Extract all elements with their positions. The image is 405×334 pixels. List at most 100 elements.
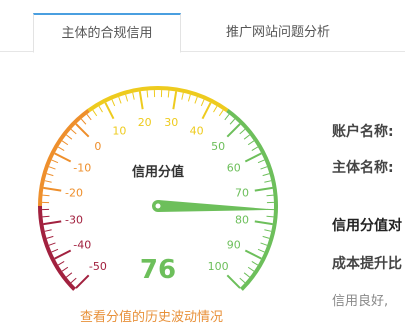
gauge-tick-labels: -50 -40 -30 -20 -100 10 20 30 40 5060 70 80 90 100 <box>65 116 249 273</box>
gauge-major-tick <box>75 274 90 289</box>
gauge-minor-tick <box>42 215 50 218</box>
gauge-minor-tick <box>257 159 265 164</box>
gauge-minor-tick <box>266 215 274 218</box>
gauge-minor-tick <box>66 134 73 140</box>
gauge-tick-label: 50 <box>211 140 225 153</box>
gauge-tick-label: 70 <box>235 187 249 200</box>
gauge-major-tick <box>104 102 115 120</box>
gauge-minor-tick <box>257 248 265 253</box>
gauge-major-tick <box>43 186 62 192</box>
gauge-tick-label: 90 <box>227 239 241 252</box>
gauge-minor-tick <box>239 128 246 135</box>
gauge-minor-tick <box>125 94 129 102</box>
gauge-minor-tick <box>260 242 268 246</box>
gauge-minor-tick <box>200 99 205 107</box>
gauge-major-tick <box>43 220 62 226</box>
account-name-label: 账户名称: <box>332 124 394 140</box>
gauge-tick-label: 0 <box>94 140 101 153</box>
gauge-title: 信用分值 <box>132 164 184 180</box>
gauge-minor-tick <box>247 140 255 146</box>
gauge-major-tick <box>75 123 90 138</box>
gauge-minor-tick <box>48 166 56 170</box>
gauge-band-2 <box>87 86 229 113</box>
gauge-tick-label: -50 <box>89 260 107 273</box>
gauge-minor-tick <box>70 128 77 135</box>
gauge-tick-label: 60 <box>227 161 241 174</box>
gauge-tick-label: 30 <box>164 116 178 129</box>
gauge-tick-label: 20 <box>138 116 152 129</box>
gauge-minor-tick <box>98 105 103 113</box>
gauge-minor-tick <box>57 146 65 151</box>
gauge-minor-tick <box>251 261 259 266</box>
gauge-minor-tick <box>262 235 270 239</box>
gauge-major-tick <box>172 91 178 110</box>
gauge-minor-tick <box>264 229 272 232</box>
gauge-tick-label: 100 <box>208 260 229 273</box>
gauge-major-tick <box>201 102 212 120</box>
gauge-minor-tick <box>61 140 69 146</box>
credit-good-text: 信用良好, <box>332 294 389 309</box>
credit-score-gauge: -50 -40 -30 -20 -100 10 20 30 40 5060 70 80 90 100 信用… <box>38 86 278 291</box>
gauge-needle-hub-center <box>155 203 161 209</box>
gauge-minor-tick <box>132 92 135 100</box>
gauge-major-tick <box>226 123 241 138</box>
entity-name-label: 主体名称: <box>332 160 394 176</box>
gauge-minor-tick <box>92 109 98 117</box>
gauge-minor-tick <box>243 134 250 140</box>
gauge-tick-label: -30 <box>65 213 83 226</box>
gauge-minor-tick <box>118 96 122 104</box>
gauge-minor-tick <box>44 180 52 183</box>
gauge-minor-tick <box>194 96 198 104</box>
gauge-minor-tick <box>80 118 87 125</box>
gauge-minor-tick <box>46 173 54 177</box>
gauge-minor-tick <box>243 272 250 278</box>
gauge-major-tick <box>226 274 241 289</box>
gauge-score-value: 76 <box>140 255 176 285</box>
tab-bar: 主体的合规信用 推广网站问题分析 <box>0 0 405 53</box>
gauge-minor-tick <box>42 194 50 197</box>
gauge-minor-tick <box>86 114 92 121</box>
gauge-tick-label: 80 <box>235 213 249 226</box>
gauge-minor-tick <box>70 277 77 284</box>
gauge-minor-tick <box>167 90 170 98</box>
gauge-minor-tick <box>260 166 268 170</box>
gauge-minor-tick <box>262 173 270 177</box>
gauge-minor-tick <box>44 229 52 232</box>
gauge-minor-tick <box>251 146 259 151</box>
gauge-tick-label: -20 <box>65 187 83 200</box>
gauge-minor-tick <box>266 194 274 197</box>
gauge-minor-tick <box>48 242 56 246</box>
gauge-minor-tick <box>229 118 236 125</box>
tab-website-issue-analysis[interactable]: 推广网站问题分析 <box>208 14 348 52</box>
gauge-tick-label: 40 <box>190 124 204 137</box>
gauge-minor-tick <box>51 248 59 253</box>
gauge-minor-tick <box>224 114 230 121</box>
gauge-needle <box>152 200 278 212</box>
gauge-major-tick <box>254 220 273 226</box>
gauge-minor-tick <box>46 235 54 239</box>
score-description-heading: 信用分值对 <box>332 218 402 234</box>
gauge-major-tick <box>138 91 144 110</box>
cost-increase-text: 成本提升比 <box>332 256 402 272</box>
tab-compliance-credit[interactable]: 主体的合规信用 <box>33 13 181 53</box>
gauge-tick-label: 10 <box>112 124 126 137</box>
gauge-minor-tick <box>247 266 255 272</box>
gauge-major-tick <box>244 249 262 260</box>
gauge-minor-tick <box>61 266 69 272</box>
gauge-tick-label: -40 <box>73 239 91 252</box>
gauge-minor-tick <box>51 159 59 164</box>
gauge-minor-tick <box>187 94 191 102</box>
gauge-minor-tick <box>66 272 73 278</box>
score-history-link[interactable]: 查看分值的历史波动情况 <box>80 306 223 325</box>
gauge-minor-tick <box>239 277 246 284</box>
gauge-minor-tick <box>111 99 116 107</box>
gauge-tick-label: -10 <box>73 161 91 174</box>
gauge-major-tick <box>54 152 72 163</box>
gauge-minor-tick <box>146 90 149 98</box>
gauge-minor-tick <box>213 105 218 113</box>
gauge-needle-pointer <box>157 200 278 212</box>
gauge-band-3 <box>226 108 278 291</box>
gauge-minor-tick <box>264 180 272 183</box>
gauge-major-tick <box>244 152 262 163</box>
gauge-minor-tick <box>218 109 224 117</box>
